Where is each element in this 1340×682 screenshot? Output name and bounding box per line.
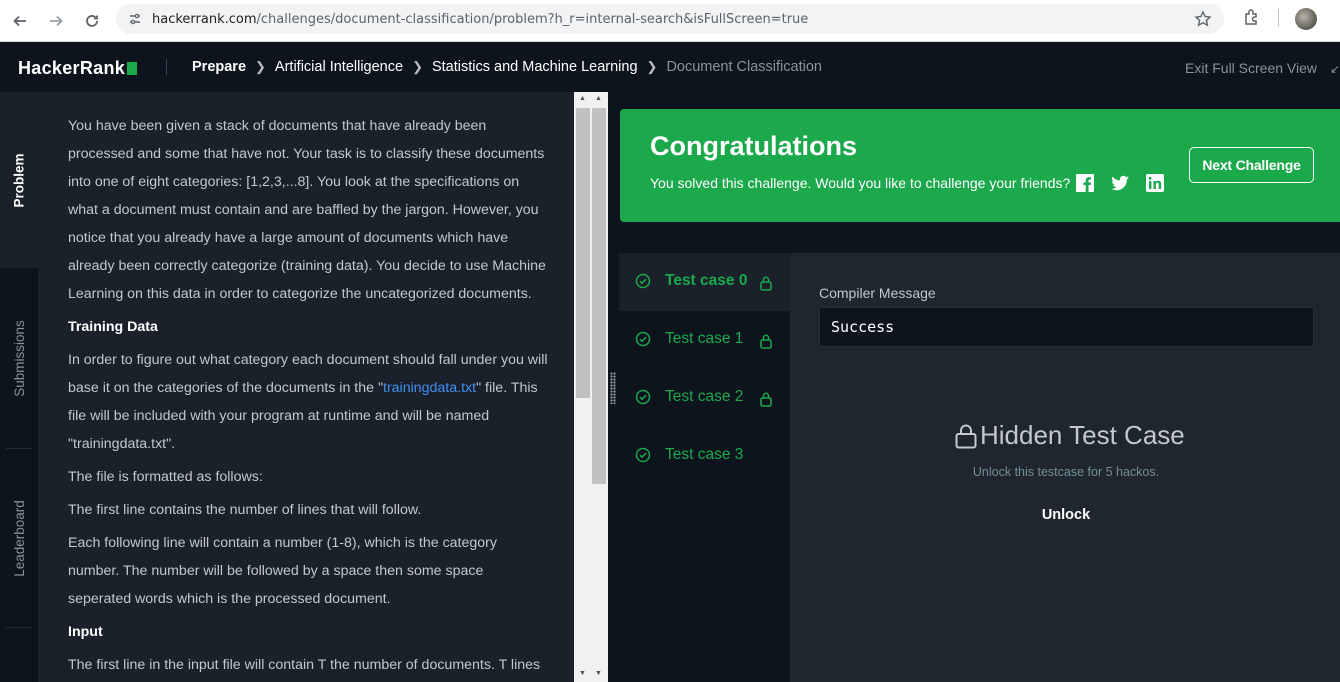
testcase-label: Test case 1 [665,330,744,347]
tab-leaderboard[interactable]: Leaderboard [0,449,38,627]
twitter-icon[interactable] [1110,173,1130,193]
check-circle-icon [635,331,651,347]
breadcrumb-artificial-intelligence[interactable]: Artificial Intelligence [275,59,403,75]
problem-scrollbar[interactable]: ▲ ▲ ▼ ▼ [574,92,608,682]
bookmark-star-icon[interactable] [1194,10,1212,28]
scroll-down-icon[interactable]: ▼ [595,670,602,677]
format-paragraph: The file is formatted as follows: [68,469,263,485]
testcase-list-fill [619,485,790,682]
problem-intro: You have been given a stack of documents… [68,118,546,302]
tab-submissions[interactable]: Submissions [0,268,38,448]
hackerrank-logo[interactable]: HackerRank [18,58,138,79]
browser-toolbar: hackerrank.com/challenges/document-class… [0,0,1340,42]
scroll-thumb[interactable] [592,108,606,484]
congrats-title: Congratulations [650,131,857,161]
testcase-detail: Compiler Message Success Hidden Test Cas… [790,253,1340,682]
collapse-icon[interactable]: ↙ [1330,62,1340,76]
reload-button[interactable] [74,3,110,39]
facebook-icon[interactable] [1075,173,1095,193]
toolbar-divider [1278,9,1279,27]
testcase-tab-0[interactable]: Test case 0 [619,253,790,311]
arrow-right-icon [50,15,63,26]
tab-divider [6,627,32,628]
drag-handle-icon[interactable] [610,372,616,404]
site-info-icon[interactable] [128,12,142,26]
congrats-subtitle: You solved this challenge. Would you lik… [650,175,1071,191]
header-divider [166,59,167,75]
check-circle-icon [635,389,651,405]
forward-button[interactable] [38,3,74,39]
chevron-right-icon: ❯ [412,59,423,74]
breadcrumb: Prepare ❯ Artificial Intelligence ❯ Stat… [192,59,822,75]
testcase-tab-3[interactable]: Test case 3 [619,427,790,485]
scroll-thumb[interactable] [576,108,590,398]
testcase-list: Test case 0 Test case 1 Test case 2 Test… [619,253,790,682]
training-data-paragraph: In order to figure out what category eac… [68,352,548,452]
testcase-label: Test case 0 [665,272,748,289]
back-button[interactable] [2,3,38,39]
training-data-heading: Training Data [68,319,158,335]
arrow-left-icon [13,15,26,26]
testcase-tab-1[interactable]: Test case 1 [619,311,790,369]
hidden-testcase-title: Hidden Test Case [954,420,1185,451]
unlock-button[interactable]: Unlock [790,507,1340,523]
check-circle-icon [635,273,651,289]
lock-icon [760,334,772,349]
address-bar[interactable]: hackerrank.com/challenges/document-class… [116,4,1224,34]
scroll-down-icon[interactable]: ▼ [579,670,586,677]
testcase-label: Test case 2 [665,388,744,405]
congratulations-banner: Congratulations You solved this challeng… [620,109,1340,222]
chevron-right-icon: ❯ [646,59,658,74]
reload-icon [86,14,98,27]
exit-fullscreen-link[interactable]: Exit Full Screen View [1185,60,1317,76]
input-paragraph: The first line in the input file will co… [68,657,541,673]
extensions-icon[interactable] [1242,7,1262,27]
input-heading: Input [68,624,103,640]
breadcrumb-current: Document Classification [666,59,822,75]
logo-block-icon [127,62,138,75]
lock-icon [760,276,772,291]
vertical-tabs: Problem Submissions Leaderboard [0,92,38,682]
testcase-tab-2[interactable]: Test case 2 [619,369,790,427]
compiler-message-label: Compiler Message [819,285,936,301]
compiler-message-box: Success [819,307,1314,347]
problem-panel: You have been given a stack of documents… [38,92,574,682]
breadcrumb-statistics-ml[interactable]: Statistics and Machine Learning [432,59,638,75]
lock-icon [955,424,977,448]
tab-problem[interactable]: Problem [0,92,38,268]
testcase-section: Test case 0 Test case 1 Test case 2 Test… [619,253,1340,682]
scroll-up-icon[interactable]: ▲ [595,95,602,102]
lock-icon [760,392,772,407]
linkedin-icon[interactable] [1145,173,1165,193]
check-circle-icon [635,447,651,463]
compiler-message-value: Success [831,318,895,336]
site-header: HackerRank Prepare ❯ Artificial Intellig… [0,42,1340,92]
breadcrumb-prepare[interactable]: Prepare [192,59,246,75]
results-panel: Congratulations You solved this challeng… [619,92,1340,682]
panel-splitter[interactable] [608,92,619,682]
following-lines-paragraph: Each following line will contain a numbe… [68,535,497,607]
url-text: hackerrank.com/challenges/document-class… [152,11,809,27]
unlock-cost-text: Unlock this testcase for 5 hackos. [972,465,1160,479]
first-line-paragraph: The first line contains the number of li… [68,502,422,518]
chevron-right-icon: ❯ [255,59,266,74]
next-challenge-button[interactable]: Next Challenge [1189,147,1314,183]
problem-statement: You have been given a stack of documents… [68,112,548,682]
trainingdata-link[interactable]: trainingdata.txt [383,380,476,396]
testcase-label: Test case 3 [665,446,744,463]
scroll-up-icon[interactable]: ▲ [579,95,586,102]
profile-avatar[interactable] [1295,8,1317,30]
